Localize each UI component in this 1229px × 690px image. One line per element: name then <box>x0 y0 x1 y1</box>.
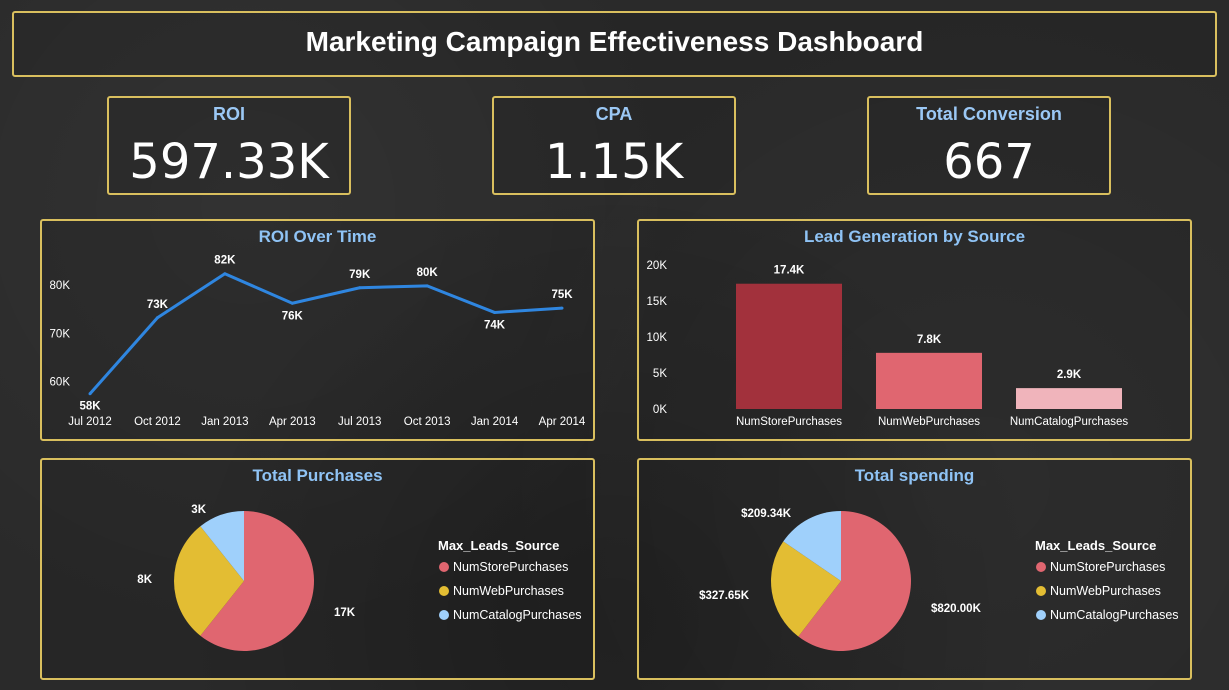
roi-over-time-panel[interactable]: ROI Over Time 60K 70K 80K Jul 2012 Oct 2012 J… <box>40 219 595 441</box>
roi-data-label: 74K <box>484 319 506 331</box>
pie-data-label: $327.65K <box>699 590 750 602</box>
roi-data-label: 82K <box>214 255 236 267</box>
lead-generation-panel[interactable]: Lead Generation by Source 0K 5K 10K 15K 20K 1… <box>637 219 1192 441</box>
x-tick-label: Oct 2013 <box>404 416 451 428</box>
bar-numwebpurchases <box>876 352 982 409</box>
total-purchases-panel[interactable]: Total Purchases 17K 8K 3K Max_Leads_Source N… <box>40 458 595 680</box>
legend-marker <box>1036 562 1046 572</box>
x-tick-label: Apr 2013 <box>269 416 316 428</box>
kpi-card-roi[interactable]: ROI 597.33K <box>107 96 351 195</box>
legend-item-label: NumStorePurchases <box>453 560 568 574</box>
roi-data-label: 79K <box>349 269 371 281</box>
x-tick-label: Jul 2013 <box>338 416 381 428</box>
kpi-label-cpa: CPA <box>595 104 633 124</box>
x-tick-label: Jan 2013 <box>201 416 248 428</box>
bar-numstorepurchases <box>736 283 842 409</box>
y-tick-label: 5K <box>653 368 667 380</box>
y-tick-label: 0K <box>653 404 667 416</box>
legend-item-label: NumStorePurchases <box>1050 560 1165 574</box>
x-tick-label: Jul 2012 <box>68 416 111 428</box>
bar-data-label: 7.8K <box>917 334 942 346</box>
kpi-card-total-conversion[interactable]: Total Conversion 667 <box>867 96 1111 195</box>
roi-data-label: 73K <box>147 299 169 311</box>
x-tick-label: NumWebPurchases <box>878 416 980 428</box>
kpi-label-roi: ROI <box>212 104 245 124</box>
x-tick-label: Jan 2014 <box>471 416 519 428</box>
legend-title: Max_Leads_Source <box>438 538 559 553</box>
y-tick-label: 15K <box>647 296 668 308</box>
legend-item-label: NumCatalogPurchases <box>1050 608 1179 622</box>
legend-marker <box>1036 610 1046 620</box>
roi-data-point <box>155 316 159 320</box>
legend-marker <box>439 562 449 572</box>
roi-data-label: 80K <box>417 267 439 279</box>
total-spending-panel[interactable]: Total spending $820.00K $327.65K $209.34K M… <box>637 458 1192 680</box>
y-tick-label: 10K <box>647 332 668 344</box>
kpi-label-total-conversion: Total Conversion <box>916 104 1062 124</box>
dashboard-title-bar: Marketing Campaign Effectiveness Dashboa… <box>12 11 1217 77</box>
x-tick-label: NumCatalogPurchases <box>1010 416 1129 428</box>
roi-data-point <box>493 310 497 314</box>
legend-item-label: NumCatalogPurchases <box>453 608 582 622</box>
roi-data-label: 75K <box>551 289 573 301</box>
roi-series-line <box>88 272 563 395</box>
kpi-card-cpa[interactable]: CPA 1.15K <box>492 96 736 195</box>
roi-data-point <box>425 284 429 288</box>
roi-line-chart: 60K 70K 80K Jul 2012 Oct 2012 Jan 2013 Apr 201… <box>50 255 586 428</box>
kpi-value-roi: 597.33K <box>129 134 329 190</box>
y-tick-label: 20K <box>647 260 668 272</box>
pie-data-label: 8K <box>137 574 152 586</box>
dashboard-title: Marketing Campaign Effectiveness Dashboa… <box>305 26 924 57</box>
y-tick-label: 60K <box>50 377 71 389</box>
bar-data-label: 2.9K <box>1057 369 1082 381</box>
legend-item-label: NumWebPurchases <box>453 584 564 598</box>
legend-marker <box>439 610 449 620</box>
bar-data-label: 17.4K <box>774 265 805 277</box>
roi-data-label: 58K <box>79 401 101 413</box>
legend-title: Max_Leads_Source <box>1035 538 1156 553</box>
total-purchases-pie-chart: 17K 8K 3K Max_Leads_Source NumStorePurchases… <box>137 504 582 651</box>
pie-data-label: 3K <box>191 504 206 516</box>
roi-data-point <box>290 301 294 305</box>
x-tick-label: Apr 2014 <box>539 416 586 428</box>
total-spending-pie-chart: $820.00K $327.65K $209.34K Max_Leads_Source… <box>699 508 1179 651</box>
legend-marker <box>1036 586 1046 596</box>
roi-data-point <box>358 286 362 290</box>
kpi-value-total-conversion: 667 <box>943 134 1035 190</box>
roi-data-point <box>560 306 564 310</box>
roi-data-point <box>88 392 92 396</box>
lead-generation-bar-chart: 0K 5K 10K 15K 20K 17.4K NumStorePurchases 7.8K N… <box>647 260 1129 428</box>
pie-data-label: 17K <box>334 607 356 619</box>
roi-data-point <box>223 272 227 276</box>
legend-item-label: NumWebPurchases <box>1050 584 1161 598</box>
pie-data-label: $209.34K <box>741 508 792 520</box>
roi-data-label: 76K <box>282 310 304 322</box>
bar-numcatalogpurchases <box>1016 388 1122 409</box>
y-tick-label: 80K <box>50 280 71 292</box>
x-tick-label: NumStorePurchases <box>736 416 842 428</box>
y-tick-label: 70K <box>50 328 71 340</box>
x-tick-label: Oct 2012 <box>134 416 181 428</box>
pie-data-label: $820.00K <box>931 603 982 615</box>
kpi-value-cpa: 1.15K <box>544 134 684 190</box>
legend-marker <box>439 586 449 596</box>
